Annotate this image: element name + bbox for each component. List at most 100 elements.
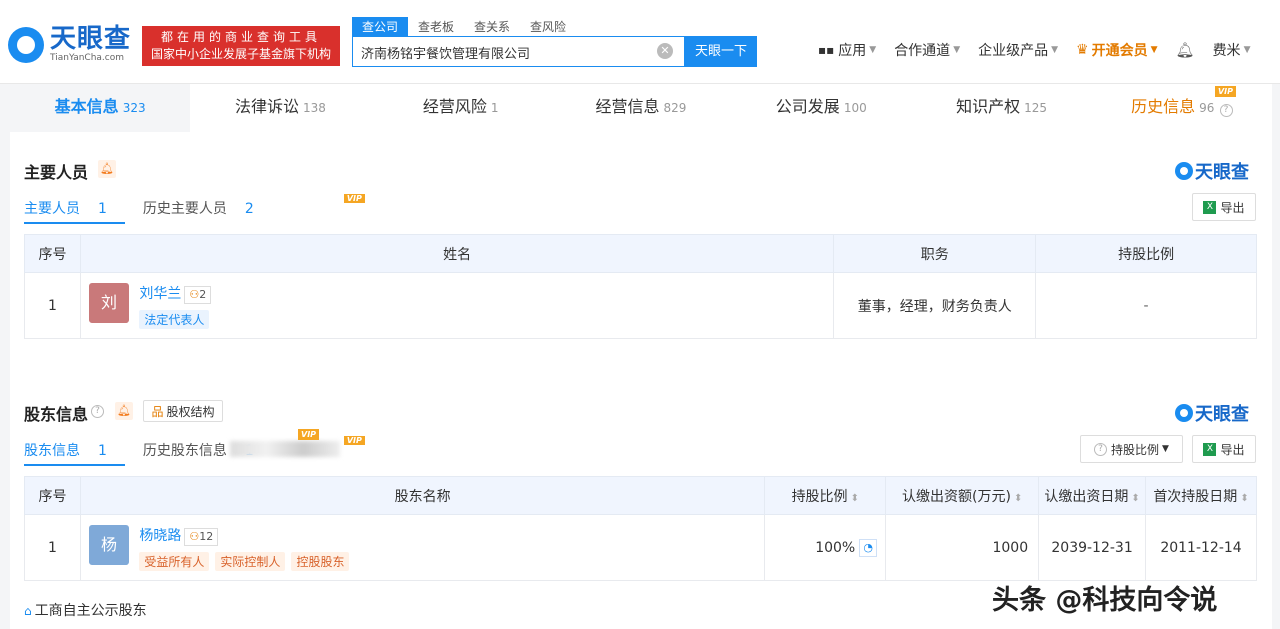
actual-controller-tag: 实际控制人	[215, 551, 286, 571]
row-index: 1	[24, 272, 81, 339]
clear-search-icon[interactable]: ✕	[657, 43, 673, 59]
bell-icon[interactable]: 🔔︎	[1176, 41, 1195, 59]
nav-apps[interactable]: ▪▪ 应用 ▼	[818, 40, 876, 60]
table-row: 1 杨 杨晓路 ⚇12 受益所有人 实际控制人 控股股东 100% ◔ 1000 203…	[24, 514, 1257, 581]
help-icon: ?	[1094, 442, 1108, 456]
pie-chart-icon[interactable]: ◔	[859, 538, 878, 557]
subtab-current-shareholders[interactable]: 股东信息 1	[24, 440, 125, 466]
excel-icon: X	[1203, 200, 1217, 214]
col-date[interactable]: 认缴出资日期 ⬍	[1038, 476, 1147, 515]
logo-en-text: TianYanCha.com	[50, 53, 125, 63]
nav-cooperation[interactable]: 合作通道 ▼	[894, 40, 960, 60]
tab-development[interactable]: 公司发展 100	[731, 84, 911, 132]
tab-history[interactable]: 历史信息 96 ? VIP	[1092, 84, 1272, 132]
person-position: 董事，经理，财务负责人	[833, 272, 1037, 339]
excel-icon: X	[1203, 442, 1217, 456]
relation-icon: ⚇	[189, 529, 200, 543]
col-position: 职务	[833, 234, 1037, 273]
slogan-line2: 国家中小企业发展子基金旗下机构	[150, 47, 331, 61]
subtab-history-personnel[interactable]: 历史主要人员 2VIP	[143, 194, 365, 224]
tab-ip[interactable]: 知识产权 125	[911, 84, 1091, 132]
self-disclosed-shareholders-link[interactable]: ⌂ 工商自主公示股东	[24, 600, 147, 620]
sort-icon: ⬍	[1131, 492, 1140, 504]
top-nav: ▪▪ 应用 ▼ 合作通道 ▼ 企业级产品 ▼ ♛ 开通会员 ▼ 🔔︎ 费米 ▼	[818, 40, 1268, 60]
person-ratio: -	[1035, 272, 1257, 339]
blurred-tab	[230, 441, 340, 457]
personnel-table: 序号 姓名 职务 持股比例 1 刘 刘华兰 ⚇2 法定代表人 董事，经理，财务负责…	[24, 234, 1257, 339]
beneficial-owner-tag: 受益所有人	[139, 551, 210, 571]
sort-icon: ⬍	[850, 492, 859, 504]
tab-operation[interactable]: 经营信息 829	[551, 84, 731, 132]
sort-icon: ⬍	[1013, 492, 1023, 504]
col-index: 序号	[24, 234, 81, 273]
col-shareholder-name: 股东名称	[79, 476, 766, 515]
col-name: 姓名	[79, 234, 835, 273]
relation-count-badge[interactable]: ⚇2	[184, 285, 212, 304]
shareholder-date: 2039-12-31	[1038, 514, 1147, 581]
search-tab-risk[interactable]: 查风险	[520, 17, 576, 36]
col-amount[interactable]: 认缴出资额(万元) ⬍	[885, 476, 1040, 515]
shareholder-name-link[interactable]: 杨晓路	[139, 528, 181, 544]
avatar: 杨	[88, 524, 129, 565]
shareholders-title: 股东信息	[24, 405, 89, 424]
nav-user[interactable]: 费米 ▼	[1213, 40, 1251, 60]
bell-icon[interactable]: 🔔︎	[115, 402, 133, 420]
search-input[interactable]: 济南杨铭宇餐饮管理有限公司	[352, 36, 685, 67]
tianyancha-brand: 天眼查	[1175, 158, 1249, 184]
row-index: 1	[24, 514, 81, 581]
legal-rep-tag: 法定代表人	[139, 309, 210, 329]
nav-enterprise[interactable]: 企业级产品 ▼	[978, 40, 1058, 60]
col-ratio: 持股比例	[1035, 234, 1257, 273]
logo-eye-icon	[1175, 404, 1193, 422]
shareholder-ratio: 100%	[815, 539, 856, 556]
vip-badge: VIP	[343, 436, 365, 445]
col-first-date[interactable]: 首次持股日期 ⬍	[1145, 476, 1257, 515]
person-name-link[interactable]: 刘华兰	[139, 286, 181, 302]
search-type-tabs: 查公司 查老板 查关系 查风险	[352, 17, 576, 36]
logo-cn-text: 天眼查	[50, 24, 132, 54]
watermark: 头条 @科技向令说	[992, 585, 1218, 616]
building-icon: ⌂	[24, 604, 32, 618]
logo-eye-icon	[1175, 162, 1193, 180]
search-button[interactable]: 天眼一下	[685, 36, 757, 67]
crown-icon: ♛	[1076, 42, 1089, 58]
top-bar: 天眼查 TianYanCha.com 都在用的商业查询工具 国家中小企业发展子基…	[0, 0, 1280, 84]
relation-icon: ⚇	[189, 287, 200, 301]
tab-legal[interactable]: 法律诉讼 138	[190, 84, 370, 132]
search-tab-relation[interactable]: 查关系	[464, 17, 520, 36]
equity-structure-button[interactable]: 品股权结构	[143, 400, 223, 422]
table-row: 1 刘 刘华兰 ⚇2 法定代表人 董事，经理，财务负责人 -	[24, 272, 1257, 339]
col-ratio[interactable]: 持股比例 ⬍	[764, 476, 887, 515]
sort-icon: ⬍	[1240, 492, 1249, 504]
vip-badge: VIP	[1214, 86, 1236, 97]
search-tab-boss[interactable]: 查老板	[408, 17, 464, 36]
export-button[interactable]: X 导出	[1192, 435, 1256, 463]
bell-icon[interactable]: 🔔︎	[98, 160, 116, 178]
shareholder-first-date: 2011-12-14	[1145, 514, 1257, 581]
vip-badge: VIP	[343, 194, 365, 203]
grid-icon: ▪▪	[818, 43, 835, 57]
shareholder-amount: 1000	[885, 514, 1040, 581]
search-tab-company[interactable]: 查公司	[352, 17, 409, 36]
tab-basic-info[interactable]: 基本信息 323	[10, 84, 191, 132]
help-icon[interactable]: ?	[91, 405, 104, 418]
nav-open-vip[interactable]: ♛ 开通会员 ▼	[1076, 40, 1157, 60]
slogan-line1: 都在用的商业查询工具	[160, 30, 321, 44]
relation-count-badge[interactable]: ⚇12	[184, 527, 219, 546]
chevron-down-icon: ▼	[1150, 45, 1158, 55]
main-tabs: 基本信息 323 法律诉讼 138 经营风险 1 经营信息 829 公司发展 100 知识…	[10, 84, 1272, 132]
chevron-down-icon: ▼	[869, 45, 877, 55]
tianyancha-logo[interactable]: 天眼查 TianYanCha.com	[8, 26, 131, 64]
logo-eye-icon	[8, 27, 44, 63]
controlling-shareholder-tag: 控股股东	[291, 551, 350, 571]
vip-badge: VIP	[298, 429, 320, 440]
tab-risk[interactable]: 经营风险 1	[371, 84, 551, 132]
personnel-title: 主要人员	[24, 163, 89, 182]
chevron-down-icon: ▼	[1051, 45, 1059, 55]
ratio-filter-dropdown[interactable]: ? 持股比例 ▼	[1080, 435, 1183, 463]
chevron-down-icon: ▼	[1243, 45, 1251, 55]
subtab-current-personnel[interactable]: 主要人员 1	[24, 198, 125, 224]
tianyancha-brand: 天眼查	[1175, 400, 1249, 426]
col-index: 序号	[24, 476, 81, 515]
export-button[interactable]: X 导出	[1192, 193, 1256, 221]
